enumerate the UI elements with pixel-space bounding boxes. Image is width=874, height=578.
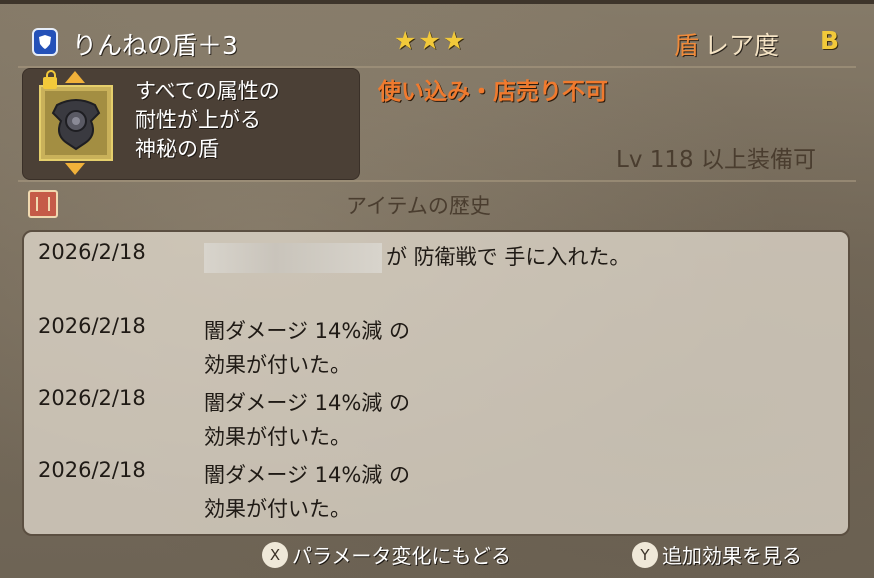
view-extra-effects-button[interactable]: Y 追加効果を見る bbox=[632, 540, 802, 570]
back-to-parameters-button[interactable]: X パラメータ変化にもどる bbox=[262, 540, 511, 570]
history-line: が 防衛戦で 手に入れた。 bbox=[386, 245, 631, 269]
arrow-down-icon[interactable] bbox=[65, 163, 85, 175]
description-line: すべての属性の bbox=[135, 79, 280, 103]
redacted-player-name bbox=[204, 243, 382, 273]
item-detail-window: りんねの盾＋3 ★★★ 盾 レア度 B すべての属性の 耐性が上がる 神秘の盾 … bbox=[0, 0, 874, 578]
history-heading: アイテムの歴史 bbox=[346, 194, 491, 218]
history-text: 闇ダメージ 14%減 の 効果が付いた。 bbox=[204, 314, 410, 382]
history-text: 闇ダメージ 14%減 の 効果が付いた。 bbox=[204, 458, 410, 526]
x-button-icon: X bbox=[262, 541, 288, 568]
history-line: 効果が付いた。 bbox=[204, 353, 351, 377]
history-date: 2026/2/18 bbox=[38, 458, 146, 482]
history-text: 闇ダメージ 14%減 の 効果が付いた。 bbox=[204, 386, 410, 454]
shield-icon bbox=[32, 28, 58, 56]
description-line: 神秘の盾 bbox=[135, 137, 219, 161]
history-line: 闇ダメージ 14%減 の bbox=[204, 319, 410, 343]
history-date: 2026/2/18 bbox=[38, 314, 146, 338]
level-requirement: Lv 118 以上装備可 bbox=[616, 147, 816, 173]
item-description-box: すべての属性の 耐性が上がる 神秘の盾 bbox=[22, 68, 360, 180]
footer-label: パラメータ変化にもどる bbox=[292, 544, 511, 568]
divider bbox=[18, 180, 856, 182]
item-description: すべての属性の 耐性が上がる 神秘の盾 bbox=[135, 77, 280, 164]
rarity-stars: ★★★ bbox=[394, 26, 468, 55]
lock-icon bbox=[43, 70, 57, 89]
equipment-type-label: 盾 bbox=[674, 31, 700, 60]
title-row: りんねの盾＋3 ★★★ 盾 レア度 B bbox=[28, 22, 858, 62]
description-line: 耐性が上がる bbox=[135, 108, 261, 132]
history-line: 効果が付いた。 bbox=[204, 425, 351, 449]
history-date: 2026/2/18 bbox=[38, 240, 146, 264]
book-icon bbox=[28, 190, 58, 218]
history-panel: 2026/2/18 が 防衛戦で 手に入れた。 2026/2/18 闇ダメージ … bbox=[22, 230, 850, 536]
item-name: りんねの盾＋3 bbox=[72, 31, 238, 60]
history-line: 闇ダメージ 14%減 の bbox=[204, 463, 410, 487]
history-line: 効果が付いた。 bbox=[204, 497, 351, 521]
footer-label: 追加効果を見る bbox=[662, 544, 802, 568]
arrow-up-icon[interactable] bbox=[65, 71, 85, 83]
history-date: 2026/2/18 bbox=[38, 386, 146, 410]
rarity-grade: B bbox=[820, 26, 840, 55]
y-button-icon: Y bbox=[632, 541, 658, 568]
restriction-notice: 使い込み・店売り不可 bbox=[378, 79, 608, 105]
history-line: 闇ダメージ 14%減 の bbox=[204, 391, 410, 415]
history-text: が 防衛戦で 手に入れた。 bbox=[204, 240, 630, 274]
rarity-label: レア度 bbox=[704, 31, 780, 60]
mystic-shield-icon bbox=[39, 70, 113, 161]
